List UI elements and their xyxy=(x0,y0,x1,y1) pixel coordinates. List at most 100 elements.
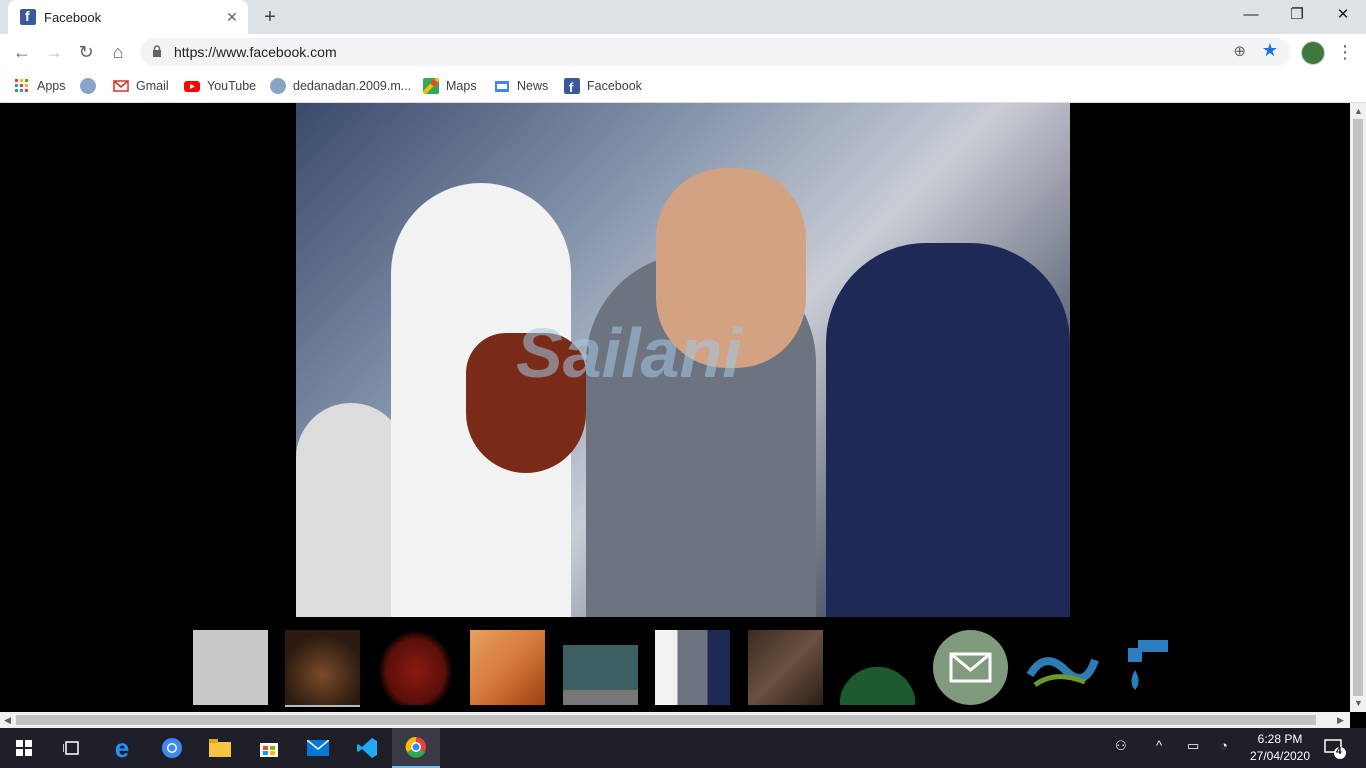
bookmark-label: Apps xyxy=(37,79,66,93)
person-left xyxy=(296,403,406,617)
forward-icon[interactable]: → xyxy=(40,38,68,66)
mail-icon xyxy=(307,740,329,756)
notification-count: 4 xyxy=(1336,746,1342,757)
task-view-icon xyxy=(63,741,79,755)
thumb-green-badge[interactable] xyxy=(840,630,915,705)
urdu-logo-icon xyxy=(1026,657,1099,688)
battery-icon[interactable]: ▭ xyxy=(1187,738,1199,754)
scroll-down-icon[interactable]: ▼ xyxy=(1354,698,1363,708)
clock-date: 27/04/2020 xyxy=(1249,749,1311,763)
svg-text:f: f xyxy=(569,80,574,94)
lock-icon xyxy=(153,45,161,57)
site-icon xyxy=(270,78,286,94)
thumb-president-photo[interactable] xyxy=(655,630,730,705)
bookmark-label: News xyxy=(517,79,549,93)
bookmarks-bar: Apps Gmail YouTube dedanadan.2009.m... M… xyxy=(0,70,1366,103)
home-icon[interactable]: ⌂ xyxy=(104,38,132,66)
main-photo[interactable]: Sailani xyxy=(296,103,1070,617)
title-bar: Facebook ✕ + — ❐ ✕ xyxy=(0,0,1366,34)
close-tab-icon[interactable]: ✕ xyxy=(222,7,242,27)
chrome-taskbar-button[interactable] xyxy=(148,728,196,768)
store-icon xyxy=(260,743,278,757)
youtube-icon xyxy=(184,81,200,92)
bookmark-site[interactable] xyxy=(80,76,103,96)
scroll-up-icon[interactable]: ▲ xyxy=(1354,106,1363,116)
task-view-button[interactable] xyxy=(48,728,96,768)
chrome-icon xyxy=(405,736,426,758)
back-icon[interactable]: ← xyxy=(8,38,36,66)
bookmark-gmail[interactable]: Gmail xyxy=(113,76,169,96)
thumb-laptop[interactable] xyxy=(563,630,638,705)
browser-toolbar: ← → ↻ ⌂ https://www.facebook.com ⊕ ★ ⋮ xyxy=(0,34,1366,70)
vertical-scroll-thumb[interactable] xyxy=(1353,119,1363,696)
address-bar[interactable]: https://www.facebook.com ⊕ ★ xyxy=(140,38,1290,66)
bookmark-label: Facebook xyxy=(587,79,642,93)
maximize-button[interactable]: ❐ xyxy=(1274,0,1320,30)
bookmark-star-icon[interactable]: ★ xyxy=(1262,40,1278,61)
scroll-left-icon[interactable]: ◀ xyxy=(4,715,11,726)
edge-button[interactable]: e xyxy=(98,728,146,768)
taskbar: e ⚇ ^ ▭ ◔ 6:28 PM 27/04/2020 4 xyxy=(0,728,1366,768)
system-clock[interactable]: 6:28 PM 27/04/2020 xyxy=(1240,731,1320,765)
maps-icon xyxy=(423,78,439,94)
water-drop-icon xyxy=(80,78,96,94)
clock-time: 6:28 PM xyxy=(1257,732,1303,746)
thumb-envelope[interactable] xyxy=(933,630,1008,705)
bookmark-label: dedanadan.2009.m... xyxy=(293,79,412,93)
reload-icon[interactable]: ↻ xyxy=(72,38,100,66)
bookmark-facebook[interactable]: f Facebook xyxy=(564,76,642,96)
url-text: https://www.facebook.com xyxy=(174,44,337,60)
notification-icon xyxy=(1324,739,1346,759)
thumb-food-plate[interactable] xyxy=(285,630,360,707)
folder-icon xyxy=(209,739,231,757)
start-button[interactable] xyxy=(0,728,48,768)
horizontal-scroll-thumb[interactable] xyxy=(16,715,1316,725)
chrome-active-button[interactable] xyxy=(392,728,440,768)
mail-button[interactable] xyxy=(294,728,342,768)
bookmark-label: Gmail xyxy=(136,79,169,93)
bookmark-label: Maps xyxy=(446,79,477,93)
thumb-liver[interactable] xyxy=(378,630,453,705)
people-icon[interactable]: ⚇ xyxy=(1115,738,1127,754)
thumb-orange-group[interactable] xyxy=(470,630,545,705)
profile-avatar[interactable] xyxy=(1301,41,1325,65)
tab-title: Facebook xyxy=(44,9,102,25)
envelope-icon xyxy=(949,652,992,683)
page-viewport: Sailani xyxy=(0,103,1350,712)
chrome-icon xyxy=(162,738,182,758)
person-right xyxy=(826,243,1070,617)
thumb-meeting-photo[interactable] xyxy=(748,630,823,705)
vscode-icon xyxy=(357,738,377,758)
close-window-button[interactable]: ✕ xyxy=(1320,0,1366,30)
minimize-button[interactable]: — xyxy=(1228,0,1274,30)
gmail-icon xyxy=(113,80,129,92)
horizontal-scrollbar[interactable]: ◀ ▶ xyxy=(0,712,1350,728)
chrome-menu-icon[interactable]: ⋮ xyxy=(1336,40,1354,64)
vertical-scrollbar[interactable]: ▲ ▼ xyxy=(1350,103,1366,712)
zoom-icon[interactable]: ⊕ xyxy=(1233,42,1246,60)
bookmark-news[interactable]: News xyxy=(494,76,548,96)
vscode-button[interactable] xyxy=(343,728,391,768)
news-icon xyxy=(495,81,509,92)
facebook-icon: f xyxy=(564,78,580,94)
store-button[interactable] xyxy=(245,728,293,768)
new-tab-button[interactable]: + xyxy=(258,5,282,29)
apps-grid-icon xyxy=(15,79,28,92)
thumb-water-tap[interactable] xyxy=(1118,630,1193,705)
wifi-icon[interactable]: ◔ xyxy=(1220,738,1228,753)
tab-facebook[interactable]: Facebook ✕ xyxy=(8,0,248,34)
water-tap-icon xyxy=(1128,640,1168,690)
action-center-button[interactable]: 4 xyxy=(1322,736,1346,760)
thumb-foundation-logo[interactable] xyxy=(193,630,268,705)
bookmark-youtube[interactable]: YouTube xyxy=(184,76,256,96)
bookmark-label: YouTube xyxy=(207,79,257,93)
bookmark-maps[interactable]: Maps xyxy=(423,76,477,96)
bookmark-apps[interactable]: Apps xyxy=(14,76,66,96)
show-hidden-icons-icon[interactable]: ^ xyxy=(1156,738,1162,753)
file-explorer-button[interactable] xyxy=(196,728,244,768)
bookmark-dedanadan[interactable]: dedanadan.2009.m... xyxy=(270,76,411,96)
thumb-urdu-logo[interactable] xyxy=(1025,630,1100,705)
watermark: Sailani xyxy=(516,314,742,392)
edge-icon: e xyxy=(114,732,130,763)
scroll-right-icon[interactable]: ▶ xyxy=(1337,715,1344,726)
